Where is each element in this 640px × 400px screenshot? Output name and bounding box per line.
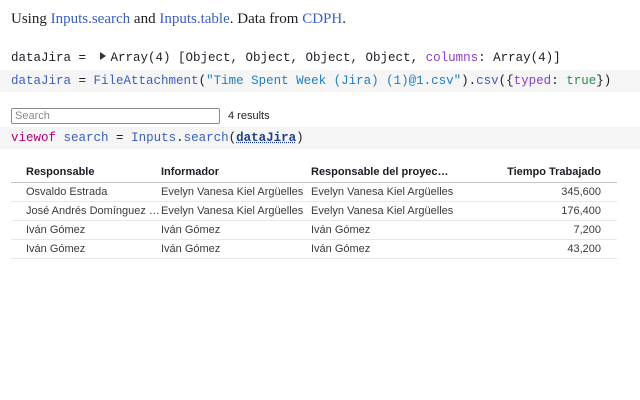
code-cell-viewof-search[interactable]: viewof search = Inputs.search(dataJira) [0,127,640,149]
cell-informador: Evelyn Vanesa Kiel Argüelles [161,205,304,217]
cell-responsable: Osvaldo Estrada [26,186,108,198]
search-widget: 4 results [11,108,270,124]
results-table: Responsable Informador Responsable del p… [11,162,617,259]
cell-responsable: José Andrés Domínguez … [26,205,160,217]
intro-prefix: Using [11,11,51,27]
output-value-b: : Array(4)] [478,51,561,65]
table-row[interactable]: Iván Gómez Iván Gómez Iván Gómez 7,200 [11,221,617,240]
code-cell-filattachment[interactable]: dataJira = FileAttachment("Time Spent We… [0,70,640,92]
cell-tiempo: 7,200 [573,224,601,236]
expand-caret-icon[interactable] [99,52,106,60]
cell-tiempo: 43,200 [567,243,601,255]
header-tiempo-trabajado[interactable]: Tiempo Trabajado [461,166,601,178]
code1-p2: = [71,74,94,88]
code1-p3: FileAttachment [93,74,199,88]
code2-p4: = [108,131,132,145]
intro-text: Using Inputs.search and Inputs.table. Da… [11,11,346,28]
cdph-link[interactable]: CDPH [302,11,342,27]
inputs-table-link[interactable]: Inputs.table [159,11,229,27]
cell-tiempo: 345,600 [561,186,601,198]
cell-responsable-proyecto: Evelyn Vanesa Kiel Argüelles [311,205,454,217]
code1-p11: true [566,74,597,88]
intro-suffix: . [342,11,346,27]
cell-informador: Iván Gómez [161,243,221,255]
output-prop: columns [425,51,479,65]
cell-responsable: Iván Gómez [26,243,86,255]
search-input[interactable] [11,108,220,124]
header-responsable-proyecto[interactable]: Responsable del proyec… [311,166,461,178]
code2-p5: Inputs [131,131,177,145]
output-name: dataJira = [11,51,94,65]
code2-p9: dataJira [236,131,297,145]
code1-p1: dataJira [11,74,72,88]
code1-p9: typed [513,74,552,88]
code2-p1: viewof [11,131,57,145]
results-count: 4 results [228,110,270,122]
datajira-output: dataJira = Array(4) [Object, Object, Obj… [11,51,561,65]
table-row[interactable]: José Andrés Domínguez … Evelyn Vanesa Ki… [11,202,617,221]
code2-p8: ( [228,131,237,145]
code1-p6: ). [461,74,477,88]
cell-responsable-proyecto: Iván Gómez [311,224,371,236]
cell-tiempo: 176,400 [561,205,601,217]
cell-responsable: Iván Gómez [26,224,86,236]
cell-responsable-proyecto: Iván Gómez [311,243,371,255]
cell-informador: Evelyn Vanesa Kiel Argüelles [161,186,304,198]
header-informador[interactable]: Informador [161,166,311,178]
inputs-search-link[interactable]: Inputs.search [51,11,131,27]
code2-p6: . [176,131,184,145]
cell-responsable-proyecto: Evelyn Vanesa Kiel Argüelles [311,186,454,198]
code1-p10: : [551,74,567,88]
intro-mid2: . Data from [229,11,303,27]
table-row[interactable]: Iván Gómez Iván Gómez Iván Gómez 43,200 [11,240,617,259]
code2-p7: search [183,131,229,145]
output-value-a[interactable]: Array(4) [Object, Object, Object, Object… [111,51,426,65]
code2-p10: ) [296,131,304,145]
code1-p8: ({ [498,74,514,88]
code2-p2 [56,131,64,145]
header-responsable[interactable]: Responsable [11,166,161,178]
code1-p4: ( [198,74,207,88]
code1-p7: csv [476,74,499,88]
code1-p12: }) [596,74,612,88]
cell-informador: Iván Gómez [161,224,221,236]
table-header-row: Responsable Informador Responsable del p… [11,162,617,183]
table-row[interactable]: Osvaldo Estrada Evelyn Vanesa Kiel Argüe… [11,183,617,202]
code2-p3: search [63,131,109,145]
intro-mid: and [130,11,160,27]
code1-p5: "Time Spent Week (Jira) (1)@1.csv" [206,74,462,88]
